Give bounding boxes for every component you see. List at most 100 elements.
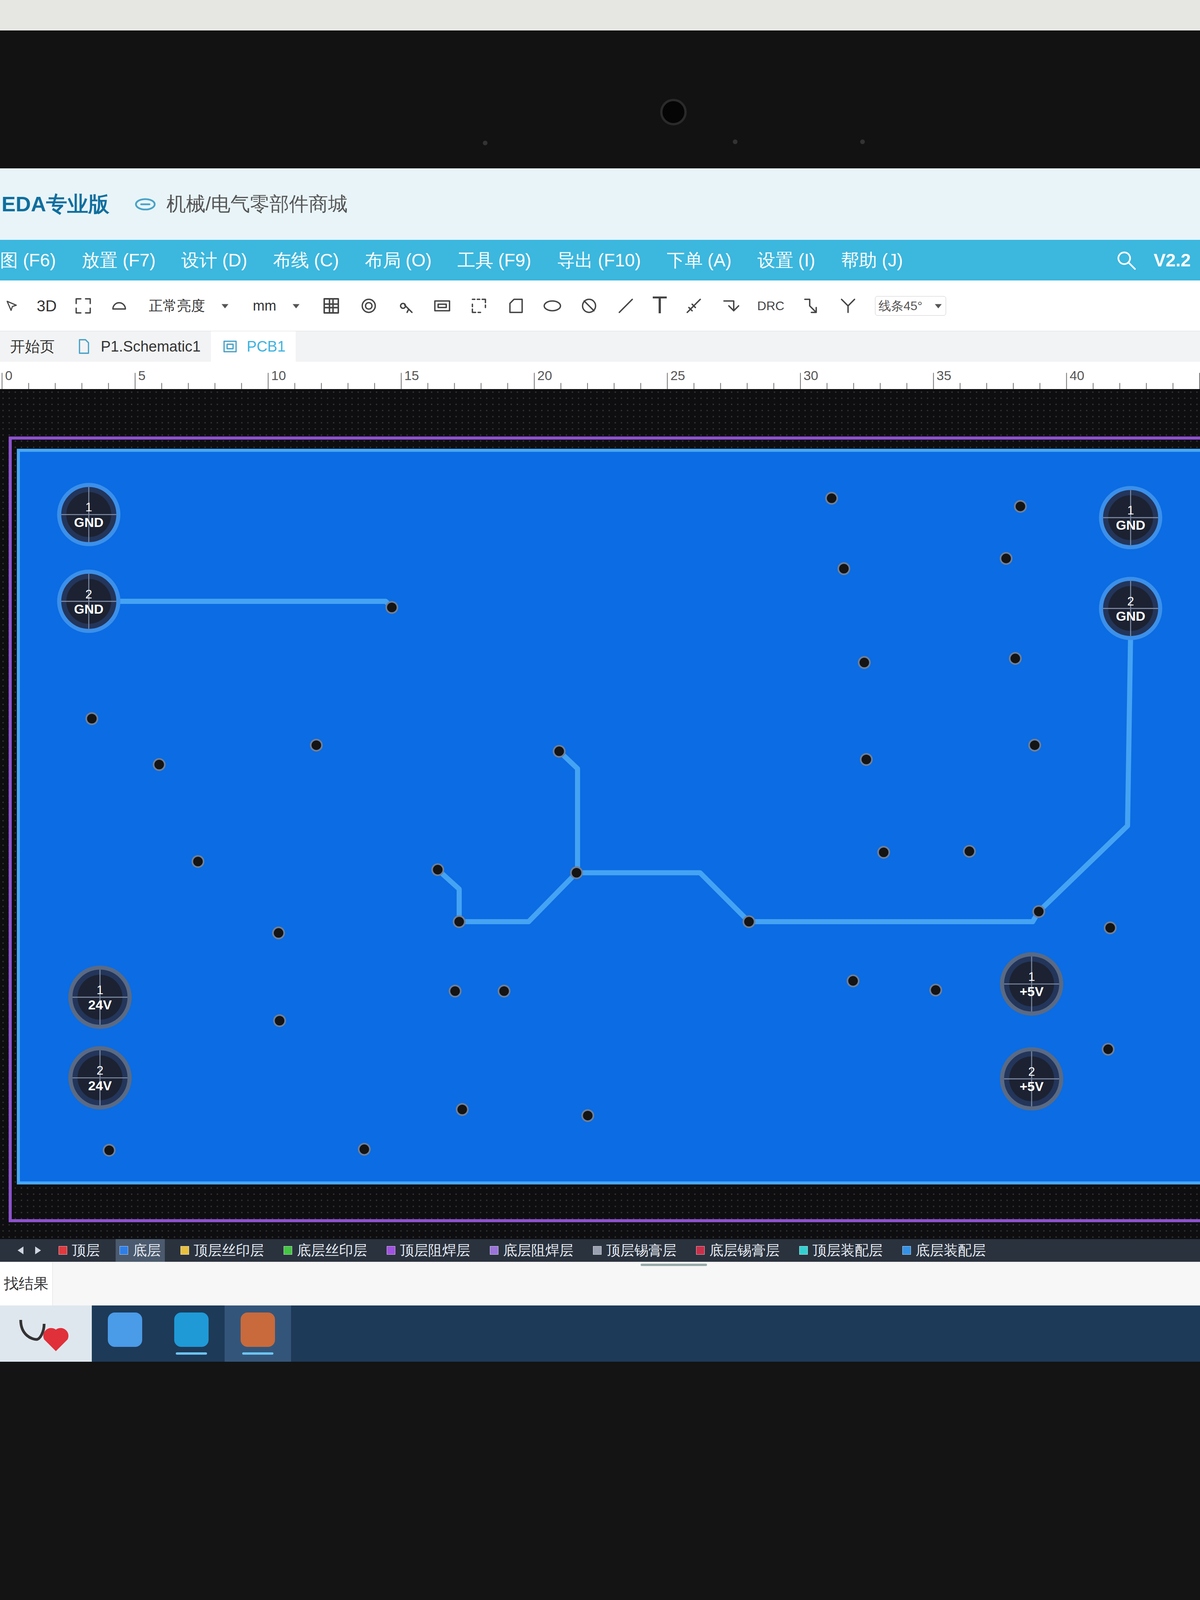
measure-icon[interactable] (683, 296, 704, 316)
menu-item[interactable]: 设计 (D) (181, 246, 248, 274)
pad[interactable]: 1GND (1101, 487, 1161, 548)
via[interactable] (860, 753, 872, 766)
menu-item[interactable]: 布局 (O) (364, 246, 432, 274)
via[interactable] (1102, 1043, 1115, 1056)
layer-item[interactable]: 顶层装配层 (795, 1239, 887, 1262)
trace[interactable] (576, 872, 1039, 922)
via[interactable] (449, 985, 461, 997)
layer-item[interactable]: 底层 (115, 1239, 165, 1262)
via[interactable] (858, 657, 870, 669)
text-tool-button[interactable]: T (652, 288, 667, 323)
route-icon[interactable] (801, 296, 822, 316)
via[interactable] (878, 846, 890, 859)
menu-item[interactable]: 放置 (F7) (81, 246, 156, 274)
trace[interactable] (559, 751, 578, 873)
via[interactable] (553, 745, 565, 758)
panel-resize-handle[interactable] (640, 1263, 708, 1267)
pad[interactable]: 2GND (59, 571, 119, 632)
pad-icon[interactable] (358, 296, 379, 316)
taskbar-app[interactable] (224, 1305, 292, 1362)
line-icon[interactable] (616, 296, 636, 316)
layer-item[interactable]: 底层阻焊层 (485, 1239, 578, 1262)
menu-item[interactable]: 下单 (A) (666, 246, 732, 274)
layer-item[interactable]: 底层丝印层 (279, 1239, 372, 1262)
via[interactable] (963, 845, 975, 858)
diff-route-icon[interactable] (838, 296, 858, 316)
pad[interactable]: 1+5V (1001, 954, 1062, 1014)
layer-item[interactable]: 顶层阻焊层 (382, 1239, 475, 1262)
via[interactable] (310, 739, 322, 751)
menu-item[interactable]: 工具 (F9) (457, 246, 532, 274)
pad[interactable]: 2+5V (1001, 1049, 1062, 1109)
menu-item[interactable]: 设置 (I) (757, 246, 816, 274)
rotate-icon[interactable] (109, 296, 129, 316)
via[interactable] (273, 927, 285, 939)
layer-item[interactable]: 顶层锡膏层 (589, 1239, 681, 1262)
via[interactable] (571, 867, 583, 879)
via[interactable] (1033, 905, 1045, 918)
menu-item[interactable]: 导出 (F10) (557, 246, 642, 274)
via[interactable] (498, 985, 510, 997)
view-3d-button[interactable]: 3D (36, 294, 57, 318)
mall-link[interactable]: 机械/电气零部件商城 (132, 189, 348, 219)
via[interactable] (386, 601, 398, 614)
via[interactable] (1014, 500, 1027, 513)
via[interactable] (453, 916, 465, 928)
trace[interactable] (437, 869, 577, 922)
health-app[interactable] (0, 1305, 92, 1362)
pad[interactable]: 224V (70, 1048, 130, 1108)
via[interactable] (432, 864, 444, 876)
tab[interactable]: P1.Schematic1 (64, 331, 211, 362)
trace[interactable] (117, 601, 392, 608)
grid-icon[interactable] (320, 295, 342, 317)
pad[interactable]: 1GND (59, 485, 119, 545)
dashed-rect-icon[interactable] (469, 296, 489, 316)
line-mode-dropdown[interactable]: 线条45° (875, 296, 947, 316)
via[interactable] (930, 984, 942, 996)
panel-tab[interactable]: 找结果 (0, 1262, 53, 1306)
search-icon[interactable] (1114, 248, 1138, 272)
polygon-icon[interactable] (505, 296, 526, 316)
brightness-dropdown[interactable]: 正常亮度 (145, 295, 233, 317)
taskbar-app[interactable] (91, 1305, 159, 1362)
via[interactable] (838, 562, 850, 575)
board-copper[interactable] (18, 450, 1200, 1184)
via[interactable] (826, 492, 838, 504)
pad[interactable]: 124V (70, 967, 130, 1027)
via[interactable] (456, 1103, 468, 1116)
wire-icon[interactable] (720, 296, 741, 316)
via[interactable] (743, 916, 755, 928)
pcb-canvas[interactable]: 1GND2GND1GND2GND124V224V1+5V2+5V (0, 389, 1200, 1240)
via[interactable] (1104, 922, 1117, 934)
no-icon[interactable] (579, 296, 599, 316)
via[interactable] (1000, 552, 1012, 565)
select-icon[interactable] (73, 296, 93, 316)
layer-scroll-icon[interactable] (15, 1244, 43, 1257)
menu-item[interactable]: 布线 (C) (273, 246, 340, 274)
pin-icon[interactable] (395, 296, 416, 316)
layer-item[interactable]: 底层装配层 (898, 1239, 990, 1262)
trace[interactable] (1038, 633, 1131, 912)
via[interactable] (273, 1015, 286, 1027)
tab[interactable]: 开始页 (0, 331, 65, 362)
via[interactable] (847, 975, 859, 987)
via[interactable] (1009, 652, 1022, 665)
via[interactable] (1028, 739, 1041, 751)
layer-item[interactable]: 顶层丝印层 (176, 1239, 268, 1262)
taskbar-app[interactable] (158, 1305, 225, 1362)
unit-dropdown[interactable]: mm (249, 295, 304, 317)
layer-item[interactable]: 底层锡膏层 (692, 1239, 784, 1262)
via[interactable] (358, 1143, 370, 1156)
drc-button[interactable]: DRC (757, 296, 785, 316)
layer-item[interactable]: 顶层 (54, 1239, 104, 1262)
via[interactable] (582, 1110, 594, 1122)
tab[interactable]: PCB1 (210, 331, 296, 362)
via[interactable] (86, 712, 98, 725)
menu-item[interactable]: 帮助 (J) (841, 246, 903, 274)
via[interactable] (103, 1144, 115, 1156)
via[interactable] (192, 855, 204, 868)
menu-item[interactable]: 图 (F6) (0, 246, 56, 274)
via[interactable] (153, 758, 165, 771)
pointer-icon[interactable] (3, 298, 20, 314)
ellipse-icon[interactable] (542, 296, 563, 316)
